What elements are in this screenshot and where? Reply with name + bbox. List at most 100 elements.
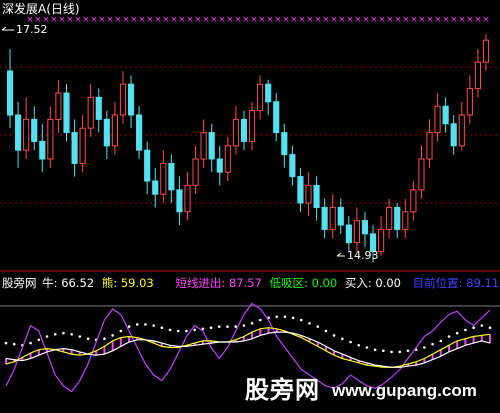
candle-body <box>31 118 38 142</box>
candle-body <box>192 158 199 186</box>
signal-marker: × <box>450 15 458 25</box>
candle-body <box>458 114 465 147</box>
candle-body <box>111 114 118 147</box>
watermark-logo: 股旁网 <box>245 377 320 404</box>
indicator-dot <box>152 324 155 327</box>
high-price-label: 17.52 <box>16 23 48 36</box>
candle-body <box>353 220 360 244</box>
signal-marker: × <box>130 15 138 25</box>
indicator-dot <box>423 346 426 349</box>
candle-body <box>6 70 14 116</box>
candle-body <box>160 162 167 195</box>
candle-body <box>232 118 239 147</box>
signal-marker: × <box>482 15 490 25</box>
candle-body <box>136 114 143 151</box>
candle-body <box>337 206 344 226</box>
signal-marker: × <box>402 15 410 25</box>
indicator-dot <box>488 326 492 330</box>
brand-label: 股旁网 <box>2 276 37 290</box>
indicator-dot <box>275 315 279 319</box>
position-label: 目前位置: <box>412 276 463 290</box>
signal-marker: × <box>138 15 146 25</box>
low-zone-label: 低吸区: <box>269 276 308 290</box>
candle-body <box>402 211 409 230</box>
candle-body <box>386 206 393 230</box>
indicator-dot <box>135 323 139 326</box>
candle-body <box>15 114 22 151</box>
signal-marker: × <box>50 15 58 25</box>
signal-marker: × <box>434 15 442 25</box>
candle-body <box>297 176 304 204</box>
signal-marker: × <box>58 15 66 25</box>
signal-marker: × <box>410 15 418 25</box>
signal-marker: × <box>194 15 202 25</box>
indicator-dot <box>439 339 443 343</box>
candle-body <box>248 110 256 142</box>
signal-marker: × <box>458 15 466 25</box>
signal-marker: × <box>362 15 370 25</box>
candle-body <box>47 118 54 160</box>
candle-body <box>127 83 135 116</box>
indicator-dot <box>242 324 246 327</box>
indicator-dot <box>431 342 434 346</box>
signal-marker: × <box>106 15 114 25</box>
candle-body <box>71 132 78 164</box>
indicator-dot <box>234 325 237 328</box>
indicator-dot <box>390 350 393 354</box>
indicator-dot <box>217 325 221 328</box>
indicator-dot <box>119 329 123 333</box>
candle-body <box>442 105 449 125</box>
signal-marker: × <box>322 15 330 25</box>
candle-body <box>361 220 369 235</box>
signal-marker: × <box>282 15 290 25</box>
candle-body <box>450 123 457 147</box>
signal-marker: × <box>242 15 250 25</box>
signal-marker: × <box>162 15 170 25</box>
indicator-dot <box>300 318 303 322</box>
candle-body <box>321 206 328 230</box>
indicator-dot <box>480 324 484 327</box>
candle-body <box>63 92 70 134</box>
indicator-dot <box>357 344 361 347</box>
indicator-dot <box>4 341 8 345</box>
candle-body <box>257 83 264 112</box>
indicator-dot <box>45 335 49 338</box>
indicator-dot <box>455 331 459 335</box>
indicator-dot <box>332 334 336 337</box>
signal-marker: × <box>210 15 218 25</box>
indicator-dot <box>398 350 402 354</box>
candle-body <box>345 224 352 244</box>
signal-marker: × <box>178 15 186 25</box>
signal-marker: × <box>378 15 386 25</box>
signal-marker: × <box>186 15 194 25</box>
signal-marker: × <box>234 15 242 25</box>
indicator-dot <box>209 326 213 330</box>
indicator-dot <box>365 346 369 349</box>
candle-body <box>378 228 385 252</box>
signal-marker: × <box>306 15 314 25</box>
candlestick-series <box>6 34 490 262</box>
bear-value: 59.03 <box>120 276 154 290</box>
signal-marker: × <box>66 15 74 25</box>
indicator-dot <box>37 338 41 342</box>
short-label: 短线进出: <box>175 276 226 290</box>
indicator-dot <box>291 316 295 320</box>
indicator-dot <box>406 349 410 353</box>
signal-marker: × <box>354 15 362 25</box>
indicator-dot <box>259 318 262 322</box>
indicator-dot <box>341 337 344 341</box>
indicator-dot <box>316 325 320 328</box>
candle-body <box>224 145 231 173</box>
signal-marker: × <box>266 15 274 25</box>
candle-body <box>144 149 151 182</box>
candle-body <box>466 88 473 116</box>
candle-body <box>410 189 417 213</box>
indicator-dot <box>78 335 82 338</box>
indicator-header: 股旁网 牛: 66.52 熊: 59.03 短线进出: 87.57 低吸区: 0… <box>2 276 500 290</box>
candle-body <box>176 189 183 213</box>
candle-body <box>87 96 94 129</box>
signal-marker: × <box>74 15 82 25</box>
indicator-dot <box>127 325 131 328</box>
indicator-dot <box>29 341 32 345</box>
signal-markers: × × × × × × × × × × × × × × × × × × × × × × × × × × × × × × × × × × × × × × × ×… <box>26 15 490 25</box>
